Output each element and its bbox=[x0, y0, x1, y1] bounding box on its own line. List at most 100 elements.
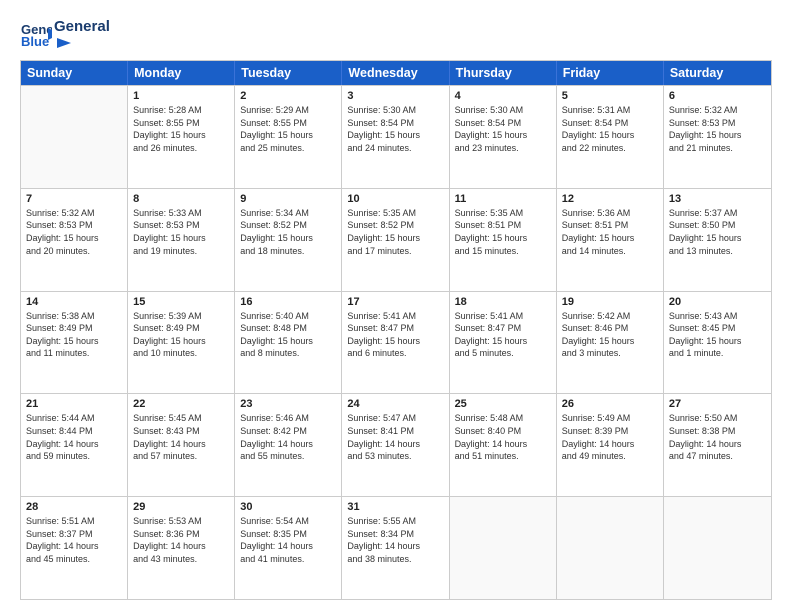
day-number: 14 bbox=[26, 296, 122, 308]
calendar-day-5: 5Sunrise: 5:31 AM Sunset: 8:54 PM Daylig… bbox=[557, 86, 664, 188]
day-number: 8 bbox=[133, 193, 229, 205]
day-number: 18 bbox=[455, 296, 551, 308]
day-number: 29 bbox=[133, 501, 229, 513]
logo-text-general: General bbox=[54, 18, 110, 36]
day-number: 19 bbox=[562, 296, 658, 308]
day-number: 7 bbox=[26, 193, 122, 205]
header: General Blue General bbox=[20, 18, 772, 50]
day-number: 22 bbox=[133, 398, 229, 410]
day-number: 28 bbox=[26, 501, 122, 513]
calendar-day-13: 13 Sunrise: 5:37 AM Sunset: 8:50 PM Dayli… bbox=[664, 189, 771, 291]
day-info: Sunrise: 5:38 AM Sunset: 8:49 PM Dayligh… bbox=[26, 310, 122, 360]
day-info: Sunrise: 5:46 AM Sunset: 8:42 PM Dayligh… bbox=[240, 412, 336, 462]
calendar-day-19: 19Sunrise: 5:42 AM Sunset: 8:46 PM Dayli… bbox=[557, 292, 664, 394]
day-info: Sunrise: 5:36 AM Sunset: 8:51 PM Dayligh… bbox=[562, 207, 658, 257]
day-info: Sunrise: 5:49 AM Sunset: 8:39 PM Dayligh… bbox=[562, 412, 658, 462]
calendar-header: SundayMondayTuesdayWednesdayThursdayFrid… bbox=[21, 61, 771, 85]
calendar-day-15: 15 Sunrise: 5:39 AM Sunset: 8:49 PM Dayli… bbox=[128, 292, 235, 394]
day-info: Sunrise: 5:45 AM Sunset: 8:43 PM Dayligh… bbox=[133, 412, 229, 462]
day-number: 15 bbox=[133, 296, 229, 308]
day-number: 27 bbox=[669, 398, 766, 410]
logo-text-blue bbox=[54, 36, 110, 50]
calendar-day-31: 31Sunrise: 5:55 AM Sunset: 8:34 PM Dayli… bbox=[342, 497, 449, 599]
weekday-header-saturday: Saturday bbox=[664, 61, 771, 85]
calendar-day-12: 12Sunrise: 5:36 AM Sunset: 8:51 PM Dayli… bbox=[557, 189, 664, 291]
calendar-day-30: 30Sunrise: 5:54 AM Sunset: 8:35 PM Dayli… bbox=[235, 497, 342, 599]
calendar-row-3: 21 Sunrise: 5:44 AM Sunset: 8:44 PM Dayli… bbox=[21, 393, 771, 496]
calendar-day-7: 7Sunrise: 5:32 AM Sunset: 8:53 PM Daylig… bbox=[21, 189, 128, 291]
day-info: Sunrise: 5:41 AM Sunset: 8:47 PM Dayligh… bbox=[347, 310, 443, 360]
day-info: Sunrise: 5:48 AM Sunset: 8:40 PM Dayligh… bbox=[455, 412, 551, 462]
weekday-header-friday: Friday bbox=[557, 61, 664, 85]
calendar-day-4: 4Sunrise: 5:30 AM Sunset: 8:54 PM Daylig… bbox=[450, 86, 557, 188]
day-number: 4 bbox=[455, 90, 551, 102]
calendar-day-24: 24Sunrise: 5:47 AM Sunset: 8:41 PM Dayli… bbox=[342, 394, 449, 496]
day-number: 1 bbox=[133, 90, 229, 102]
calendar-day-empty-4-4 bbox=[450, 497, 557, 599]
calendar-day-1: 1 Sunrise: 5:28 AM Sunset: 8:55 PM Daylig… bbox=[128, 86, 235, 188]
day-info: Sunrise: 5:32 AM Sunset: 8:53 PM Dayligh… bbox=[669, 104, 766, 154]
day-info: Sunrise: 5:55 AM Sunset: 8:34 PM Dayligh… bbox=[347, 515, 443, 565]
calendar-day-25: 25Sunrise: 5:48 AM Sunset: 8:40 PM Dayli… bbox=[450, 394, 557, 496]
calendar-row-1: 7Sunrise: 5:32 AM Sunset: 8:53 PM Daylig… bbox=[21, 188, 771, 291]
calendar-day-17: 17 Sunrise: 5:41 AM Sunset: 8:47 PM Dayli… bbox=[342, 292, 449, 394]
day-info: Sunrise: 5:40 AM Sunset: 8:48 PM Dayligh… bbox=[240, 310, 336, 360]
day-number: 11 bbox=[455, 193, 551, 205]
day-info: Sunrise: 5:39 AM Sunset: 8:49 PM Dayligh… bbox=[133, 310, 229, 360]
day-number: 13 bbox=[669, 193, 766, 205]
calendar-day-empty-4-6 bbox=[664, 497, 771, 599]
day-info: Sunrise: 5:43 AM Sunset: 8:45 PM Dayligh… bbox=[669, 310, 766, 360]
day-info: Sunrise: 5:37 AM Sunset: 8:50 PM Dayligh… bbox=[669, 207, 766, 257]
day-number: 6 bbox=[669, 90, 766, 102]
calendar-day-10: 10Sunrise: 5:35 AM Sunset: 8:52 PM Dayli… bbox=[342, 189, 449, 291]
day-number: 3 bbox=[347, 90, 443, 102]
calendar-day-16: 16 Sunrise: 5:40 AM Sunset: 8:48 PM Dayli… bbox=[235, 292, 342, 394]
calendar-row-4: 28Sunrise: 5:51 AM Sunset: 8:37 PM Dayli… bbox=[21, 496, 771, 599]
calendar-day-empty-0-0 bbox=[21, 86, 128, 188]
day-info: Sunrise: 5:50 AM Sunset: 8:38 PM Dayligh… bbox=[669, 412, 766, 462]
calendar-day-20: 20Sunrise: 5:43 AM Sunset: 8:45 PM Dayli… bbox=[664, 292, 771, 394]
calendar-day-23: 23 Sunrise: 5:46 AM Sunset: 8:42 PM Dayli… bbox=[235, 394, 342, 496]
calendar-day-11: 11 Sunrise: 5:35 AM Sunset: 8:51 PM Dayli… bbox=[450, 189, 557, 291]
calendar-row-0: 1 Sunrise: 5:28 AM Sunset: 8:55 PM Daylig… bbox=[21, 85, 771, 188]
day-number: 17 bbox=[347, 296, 443, 308]
calendar-day-2: 2Sunrise: 5:29 AM Sunset: 8:55 PM Daylig… bbox=[235, 86, 342, 188]
calendar-day-26: 26 Sunrise: 5:49 AM Sunset: 8:39 PM Dayli… bbox=[557, 394, 664, 496]
day-info: Sunrise: 5:28 AM Sunset: 8:55 PM Dayligh… bbox=[133, 104, 229, 154]
calendar-day-14: 14 Sunrise: 5:38 AM Sunset: 8:49 PM Dayli… bbox=[21, 292, 128, 394]
page: General Blue General bbox=[0, 0, 792, 612]
calendar-row-2: 14 Sunrise: 5:38 AM Sunset: 8:49 PM Dayli… bbox=[21, 291, 771, 394]
calendar-day-8: 8 Sunrise: 5:33 AM Sunset: 8:53 PM Daylig… bbox=[128, 189, 235, 291]
day-number: 2 bbox=[240, 90, 336, 102]
svg-text:Blue: Blue bbox=[21, 34, 49, 49]
logo: General Blue General bbox=[20, 18, 110, 50]
calendar-day-6: 6 Sunrise: 5:32 AM Sunset: 8:53 PM Daylig… bbox=[664, 86, 771, 188]
day-number: 23 bbox=[240, 398, 336, 410]
day-info: Sunrise: 5:34 AM Sunset: 8:52 PM Dayligh… bbox=[240, 207, 336, 257]
day-info: Sunrise: 5:54 AM Sunset: 8:35 PM Dayligh… bbox=[240, 515, 336, 565]
calendar-day-21: 21 Sunrise: 5:44 AM Sunset: 8:44 PM Dayli… bbox=[21, 394, 128, 496]
logo-arrow-icon bbox=[57, 36, 75, 50]
day-info: Sunrise: 5:30 AM Sunset: 8:54 PM Dayligh… bbox=[347, 104, 443, 154]
day-info: Sunrise: 5:47 AM Sunset: 8:41 PM Dayligh… bbox=[347, 412, 443, 462]
day-info: Sunrise: 5:41 AM Sunset: 8:47 PM Dayligh… bbox=[455, 310, 551, 360]
calendar-day-9: 9 Sunrise: 5:34 AM Sunset: 8:52 PM Daylig… bbox=[235, 189, 342, 291]
day-number: 9 bbox=[240, 193, 336, 205]
calendar-day-3: 3 Sunrise: 5:30 AM Sunset: 8:54 PM Daylig… bbox=[342, 86, 449, 188]
day-number: 5 bbox=[562, 90, 658, 102]
calendar-day-29: 29Sunrise: 5:53 AM Sunset: 8:36 PM Dayli… bbox=[128, 497, 235, 599]
weekday-header-wednesday: Wednesday bbox=[342, 61, 449, 85]
day-number: 16 bbox=[240, 296, 336, 308]
day-number: 26 bbox=[562, 398, 658, 410]
day-info: Sunrise: 5:33 AM Sunset: 8:53 PM Dayligh… bbox=[133, 207, 229, 257]
logo-icon: General Blue bbox=[20, 18, 52, 50]
day-info: Sunrise: 5:44 AM Sunset: 8:44 PM Dayligh… bbox=[26, 412, 122, 462]
calendar-body: 1 Sunrise: 5:28 AM Sunset: 8:55 PM Daylig… bbox=[21, 85, 771, 599]
day-info: Sunrise: 5:35 AM Sunset: 8:52 PM Dayligh… bbox=[347, 207, 443, 257]
calendar-day-28: 28Sunrise: 5:51 AM Sunset: 8:37 PM Dayli… bbox=[21, 497, 128, 599]
day-info: Sunrise: 5:35 AM Sunset: 8:51 PM Dayligh… bbox=[455, 207, 551, 257]
weekday-header-tuesday: Tuesday bbox=[235, 61, 342, 85]
calendar-day-27: 27 Sunrise: 5:50 AM Sunset: 8:38 PM Dayli… bbox=[664, 394, 771, 496]
weekday-header-sunday: Sunday bbox=[21, 61, 128, 85]
day-number: 21 bbox=[26, 398, 122, 410]
